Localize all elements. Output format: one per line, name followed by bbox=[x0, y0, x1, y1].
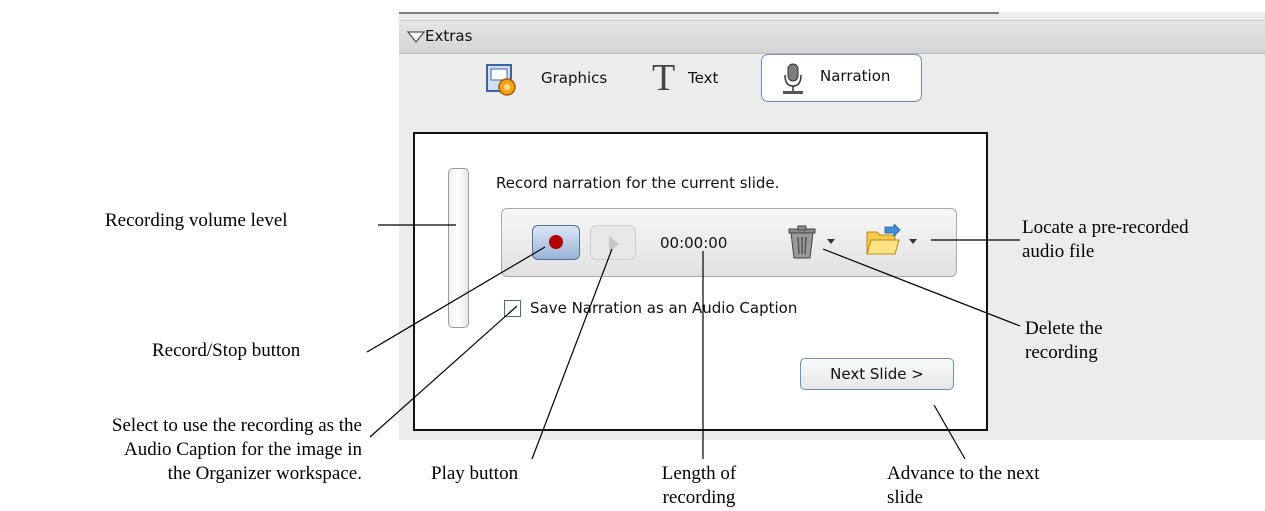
leader-line-delete bbox=[822, 248, 1021, 327]
leader-line-play bbox=[531, 248, 613, 460]
leader-line-select bbox=[369, 305, 518, 438]
leader-line-advance bbox=[933, 404, 966, 460]
leader-line-record bbox=[366, 246, 546, 353]
annotation-leader-lines bbox=[366, 224, 1021, 460]
